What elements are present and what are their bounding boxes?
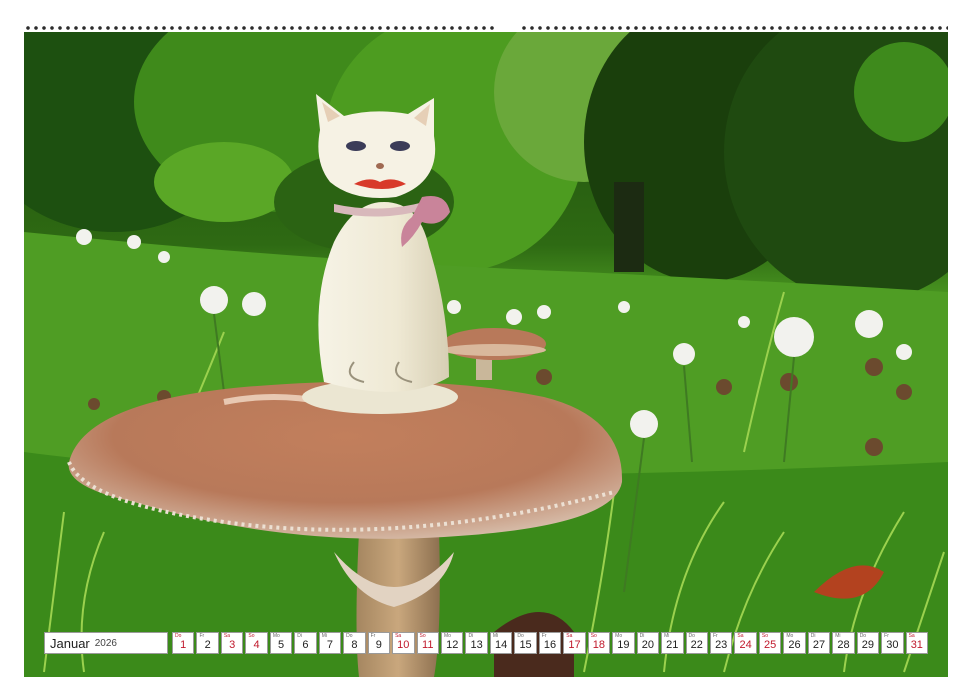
day-cell: Do 22 (685, 632, 708, 654)
day-number: 25 (763, 639, 777, 651)
year: 2026 (94, 637, 117, 649)
day-cell: Fr 23 (709, 632, 733, 654)
day-cell: So 11 (416, 632, 439, 654)
day-number: 23 (715, 639, 728, 651)
binding-holes (24, 25, 948, 31)
day-cell: Mo 26 (783, 632, 806, 654)
day-cell: Mo 12 (440, 632, 464, 654)
day-cell: So 25 (758, 632, 782, 654)
day-number: 20 (641, 639, 654, 651)
day-cells: Do 1 Fr 2 Sa 3 So 4 Mo 5 Di 6 Mi 7 Do 8 Fr 9 Sa 10 So 11 Mo 12 D… (170, 632, 929, 654)
day-cell: Sa 17 (563, 632, 586, 654)
day-number: 21 (666, 639, 679, 651)
day-cell: Mi 14 (489, 632, 513, 654)
day-cell: Mi 28 (832, 632, 855, 654)
photo-illustration (24, 32, 948, 677)
day-cell: Sa 3 (220, 632, 244, 654)
day-number: 10 (397, 639, 410, 651)
day-cell: Do 29 (856, 632, 880, 654)
day-number: 7 (326, 639, 333, 651)
day-cell: Di 27 (807, 632, 831, 654)
day-number: 11 (422, 639, 434, 651)
day-number: 13 (470, 639, 483, 651)
day-cell: Mi 21 (661, 632, 684, 654)
day-cell: Mo 5 (269, 632, 293, 654)
day-cell: So 4 (245, 632, 268, 654)
day-cell: Fr 16 (538, 632, 562, 654)
day-cell: Fr 9 (367, 632, 391, 654)
day-number: 26 (788, 639, 801, 651)
day-cell: Sa 10 (392, 632, 415, 654)
day-number: 28 (837, 639, 850, 651)
day-number: 12 (446, 639, 459, 651)
day-cell: Di 6 (294, 632, 317, 654)
day-number: 3 (229, 639, 236, 651)
day-number: 31 (910, 639, 923, 651)
day-number: 5 (277, 639, 285, 651)
day-cell: Di 13 (465, 632, 488, 654)
calendar-strip: Januar 2026 Do 1 Fr 2 Sa 3 So 4 Mo 5 Di 6 Mi 7 Do 8 Fr 9 S… (44, 632, 929, 654)
day-number: 29 (861, 639, 875, 651)
day-number: 1 (180, 639, 187, 651)
day-cell: Mi 7 (318, 632, 342, 654)
day-number: 4 (253, 639, 260, 651)
day-number: 8 (351, 639, 358, 651)
day-number: 18 (592, 639, 606, 651)
calendar-photo (24, 32, 948, 677)
day-number: 27 (812, 639, 826, 651)
day-number: 24 (739, 639, 752, 651)
month-label-box: Januar 2026 (44, 632, 168, 654)
day-cell: Di 20 (636, 632, 660, 654)
day-number: 22 (690, 639, 703, 651)
day-cell: Mo 19 (612, 632, 635, 654)
day-cell: Do 8 (343, 632, 366, 654)
day-number: 16 (543, 639, 557, 651)
month-name: Januar (50, 635, 90, 651)
day-number: 17 (568, 639, 581, 651)
day-cell: Sa 24 (734, 632, 757, 654)
day-cell: Fr 2 (196, 632, 219, 654)
day-number: 2 (204, 639, 211, 651)
day-number: 6 (302, 639, 309, 651)
day-cell: Fr 30 (881, 632, 904, 654)
day-cell: Do 15 (514, 632, 537, 654)
day-number: 9 (375, 639, 382, 651)
day-number: 30 (886, 639, 899, 651)
day-number: 19 (617, 639, 630, 651)
day-number: 15 (519, 639, 532, 651)
day-number: 14 (494, 639, 508, 651)
day-cell: Sa 31 (905, 632, 929, 654)
day-cell: Do 1 (172, 632, 195, 654)
day-cell: So 18 (587, 632, 611, 654)
